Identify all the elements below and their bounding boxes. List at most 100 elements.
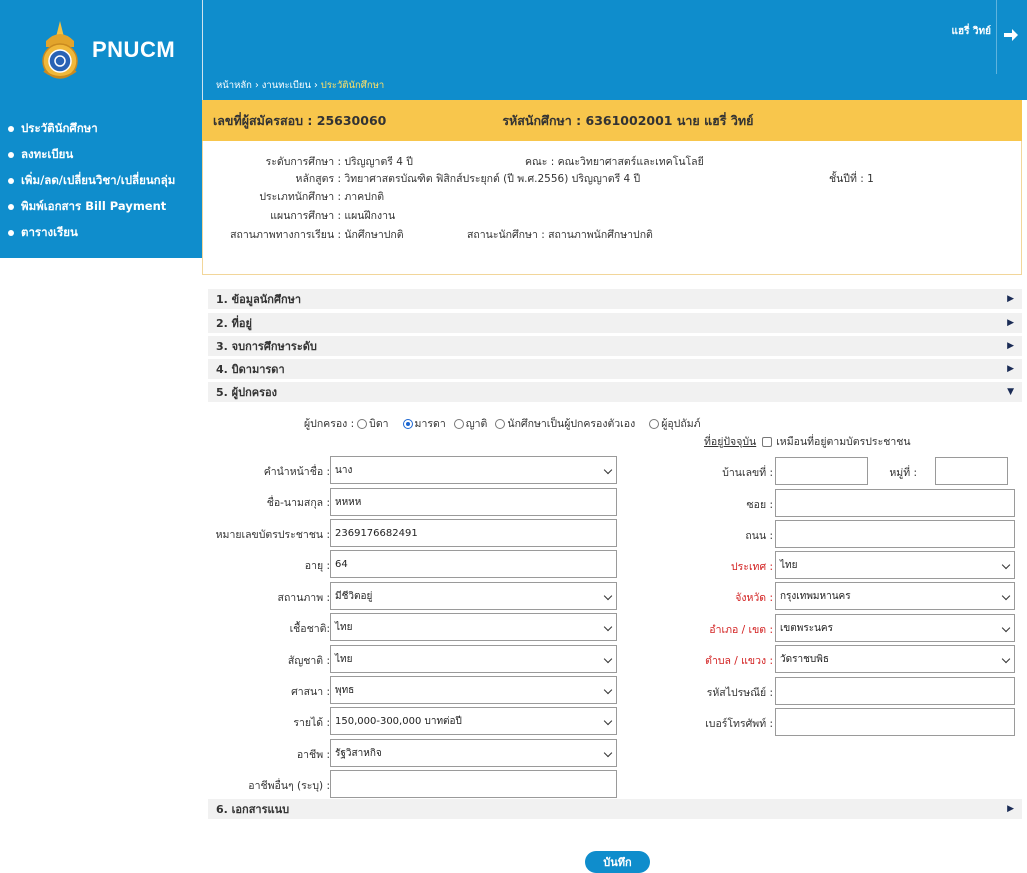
district-value: เขตพระนคร [780,622,833,634]
id-card-label: หมายเลขบัตรประชาชน : [215,529,330,541]
title-value: นาง [335,464,353,476]
guardian-radio-label: ผู้ปกครอง : [304,418,355,430]
occupation-label: อาชีพ : [296,749,330,761]
title-select[interactable]: นาง [330,456,617,484]
breadcrumb-registration[interactable]: งานทะเบียน [262,80,311,91]
country-select[interactable]: ไทย [775,551,1015,579]
same-address-label: เหมือนที่อยู่ตามบัตรประชาชน [776,436,911,448]
logo[interactable]: PNUCM [0,0,202,100]
road-input[interactable] [775,520,1015,548]
section-education[interactable]: 3. จบการศึกษาระดับ ▶ [208,336,1022,356]
id-card-input[interactable]: 2369176682491 [330,519,617,547]
radio-circle[interactable] [495,418,506,429]
student-info-panel: ระดับการศึกษา : ปริญญาตรี 4 ปี คณะ : คณะ… [202,141,1022,275]
other-occupation-label: อาชีพอื่นๆ (ระบุ) : [248,780,330,792]
sidebar-item-student-profile[interactable]: ประวัตินักศึกษา [0,116,202,142]
section-title: 6. เอกสารแนบ [216,803,290,816]
radio-label: มารดา [414,418,446,430]
student-type-value: ภาคปกติ [344,191,385,203]
subdistrict-select[interactable]: วัดราชบพิธ [775,645,1015,673]
section-attachments[interactable]: 6. เอกสารแนบ ▶ [208,799,1022,819]
faculty-label: คณะ : [525,156,555,168]
phone-input[interactable] [775,708,1015,736]
income-select[interactable]: 150,000-300,000 บาทต่อปี [330,707,617,735]
radio-label: ญาติ [465,418,488,430]
moo-input[interactable] [935,457,1008,485]
radio-circle-selected[interactable] [402,418,413,429]
same-address-checkbox[interactable] [762,436,773,447]
caret-down-icon: ▼ [1007,387,1014,397]
university-seal-icon [42,21,78,79]
radio-circle[interactable] [649,418,660,429]
header-divider [996,0,997,74]
religion-value: พุทธ [335,684,355,696]
header: แฮรี่ วิทย์ หน้าหลัก › งานทะเบียน › ประว… [202,0,1027,100]
current-address-link[interactable]: ที่อยู่ปัจจุบัน [704,433,756,450]
section-guardian[interactable]: 5. ผู้ปกครอง ▼ [208,382,1022,402]
sidebar-item-timetable[interactable]: ตารางเรียน [0,220,202,246]
enroll-status-value: นักศึกษาปกติ [344,229,404,241]
year-value: 1 [867,173,874,185]
user-name[interactable]: แฮรี่ วิทย์ [952,24,991,39]
radio-self-guardian[interactable]: นักศึกษาเป็นผู้ปกครองตัวเอง [495,415,635,432]
radio-father[interactable]: บิดา [357,415,389,432]
id-card-value: 2369176682491 [335,527,418,539]
house-no-input[interactable] [775,457,868,485]
current-address-header: ที่อยู่ปัจจุบัน เหมือนที่อยู่ตามบัตรประช… [704,433,911,450]
country-label: ประเทศ : [731,561,773,573]
study-plan-label: แผนการศึกษา : [270,210,341,222]
radio-mother[interactable]: มารดา [402,415,446,432]
radio-circle[interactable] [453,418,464,429]
radio-sponsor[interactable]: ผู้อุปถัมภ์ [649,415,701,432]
caret-right-icon: ▶ [1007,341,1014,351]
save-button[interactable]: บันทึก [585,851,650,873]
name-value: หหหห [335,496,362,508]
soi-input[interactable] [775,489,1015,517]
sidebar-item-bill-payment[interactable]: พิมพ์เอกสาร Bill Payment [0,194,202,220]
breadcrumb-separator: › [251,80,262,91]
bullet-icon [8,204,14,210]
occupation-value: รัฐวิสาหกิจ [335,747,382,759]
nationality-select[interactable]: ไทย [330,645,617,673]
province-select[interactable]: กรุงเทพมหานคร [775,582,1015,610]
radio-circle[interactable] [357,418,368,429]
religion-label: ศาสนา : [291,686,330,698]
name-input[interactable]: หหหห [330,488,617,516]
race-select[interactable]: ไทย [330,613,617,641]
race-value: ไทย [335,621,353,633]
age-input[interactable]: 64 [330,550,617,578]
year-label: ชั้นปีที่ : [829,173,864,185]
section-parents[interactable]: 4. บิดามารดา ▶ [208,359,1022,379]
religion-select[interactable]: พุทธ [330,676,617,704]
status-select[interactable]: มีชีวิตอยู่ [330,582,617,610]
province-value: กรุงเทพมหานคร [780,590,851,602]
level-label: ระดับการศึกษา : [265,156,341,168]
section-title: 4. บิดามารดา [216,363,285,376]
section-student-info[interactable]: 1. ข้อมูลนักศึกษา ▶ [208,289,1022,309]
sidebar-item-register[interactable]: ลงทะเบียน [0,142,202,168]
postcode-input[interactable] [775,677,1015,705]
logout-arrow-icon[interactable] [1003,27,1019,43]
caret-right-icon: ▶ [1007,294,1014,304]
radio-relative[interactable]: ญาติ [453,415,488,432]
radio-label: ผู้อุปถัมภ์ [661,418,701,430]
sidebar-item-label: เพิ่ม/ลด/เปลี่ยนวิชา/เปลี่ยนกลุ่ม [21,173,176,187]
age-value: 64 [335,558,348,570]
occupation-select[interactable]: รัฐวิสาหกิจ [330,739,617,767]
breadcrumb-home[interactable]: หน้าหลัก [216,80,252,91]
subdistrict-label: ตำบล / แขวง : [705,655,773,667]
student-status-label: สถานะนักศึกษา : [467,229,545,241]
age-label: อายุ : [304,560,330,572]
district-select[interactable]: เขตพระนคร [775,614,1015,642]
district-label: อำเภอ / เขต : [709,624,773,636]
status-value: มีชีวิตอยู่ [335,590,373,602]
bullet-icon [8,126,14,132]
section-address[interactable]: 2. ที่อยู่ ▶ [208,313,1022,333]
income-label: รายได้ : [293,717,330,729]
sidebar: PNUCM ประวัตินักศึกษา ลงทะเบียน เพิ่ม/ลด… [0,0,202,873]
other-occupation-input[interactable] [330,770,617,798]
nationality-label: สัญชาติ : [287,655,330,667]
section-title: 5. ผู้ปกครอง [216,386,277,399]
name-label: ชื่อ-นามสกุล : [266,497,330,509]
sidebar-item-add-drop[interactable]: เพิ่ม/ลด/เปลี่ยนวิชา/เปลี่ยนกลุ่ม [0,168,202,194]
